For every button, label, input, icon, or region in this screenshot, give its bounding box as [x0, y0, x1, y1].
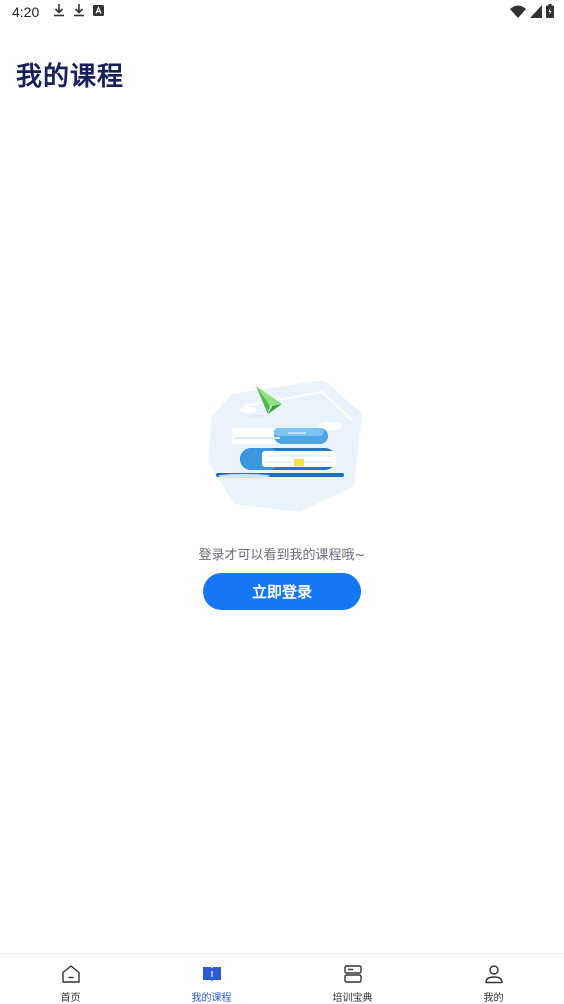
- a-box-icon: [93, 4, 105, 20]
- tab-label: 我的课程: [191, 993, 232, 1004]
- status-time: 4:20: [12, 4, 40, 20]
- tab-label: 首页: [60, 993, 81, 1004]
- tab-mine[interactable]: 我的: [423, 954, 564, 1004]
- battery-icon: [546, 4, 554, 22]
- login-button[interactable]: 立即登录: [203, 573, 361, 610]
- book-icon: [202, 967, 221, 982]
- tab-training-guide[interactable]: 培训宝典: [282, 954, 423, 1004]
- tab-label: 培训宝典: [332, 993, 373, 1004]
- tab-label: 我的: [483, 993, 504, 1004]
- stack-icon: [343, 965, 362, 983]
- status-right: [510, 4, 554, 22]
- home-icon: [61, 965, 80, 983]
- books-and-paper-plane-illustration: [204, 376, 366, 518]
- download-icon: [53, 3, 65, 21]
- tab-my-courses[interactable]: 我的课程: [141, 954, 282, 1004]
- tab-home[interactable]: 首页: [0, 954, 141, 1004]
- person-icon: [484, 965, 503, 984]
- download-icon: [73, 3, 85, 21]
- empty-state-message: 登录才可以看到我的课程哦~: [198, 548, 366, 563]
- bottom-tab-bar: 首页 我的课程 培训宝典 我的: [0, 953, 564, 1004]
- wifi-icon: [510, 5, 526, 22]
- signal-icon: [530, 4, 542, 22]
- status-bar: 4:20: [0, 0, 564, 24]
- page-title: 我的课程: [16, 62, 125, 92]
